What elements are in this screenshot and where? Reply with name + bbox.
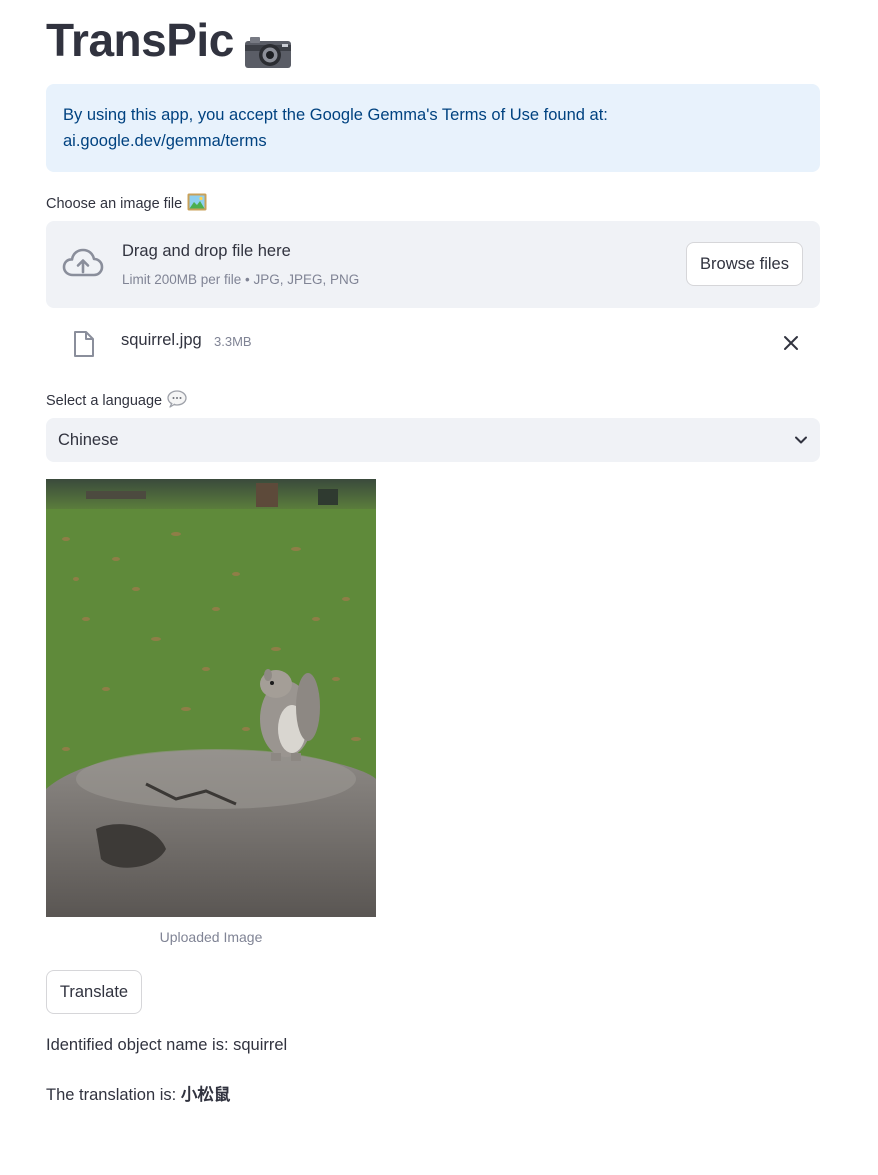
language-label-text: Select a language — [46, 393, 163, 409]
browse-files-button[interactable]: Browse files — [686, 242, 803, 286]
camera-icon — [244, 25, 292, 68]
dropzone-title: Drag and drop file here — [122, 242, 291, 260]
uploaded-file-item: squirrel.jpg 3.3MB — [46, 322, 820, 364]
language-selected-value: Chinese — [58, 430, 119, 449]
uploaded-file-size: 3.3MB — [214, 334, 252, 349]
file-icon — [72, 330, 96, 363]
identified-object-result: Identified object name is: squirrel — [46, 1036, 287, 1055]
speech-bubble-icon — [167, 390, 187, 412]
language-label: Select a language — [46, 390, 187, 412]
file-dropzone[interactable]: Drag and drop file here Limit 200MB per … — [46, 221, 820, 308]
translate-button[interactable]: Translate — [46, 970, 142, 1014]
uploaded-image — [46, 479, 376, 917]
identified-prefix: Identified object name is: — [46, 1036, 234, 1054]
terms-notice-text: By using this app, you accept the Google… — [63, 106, 608, 150]
uploader-label: Choose an image file — [46, 193, 207, 215]
chevron-down-icon — [794, 431, 808, 450]
remove-file-icon[interactable] — [782, 334, 800, 357]
image-caption: Uploaded Image — [159, 929, 263, 945]
cloud-upload-icon — [62, 247, 104, 286]
translation-value: 小松鼠 — [180, 1086, 231, 1104]
framed-picture-icon — [187, 193, 207, 215]
uploader-label-text: Choose an image file — [46, 196, 183, 212]
page-title: TransPic — [46, 12, 292, 68]
language-select[interactable]: Chinese — [46, 418, 820, 462]
terms-notice: By using this app, you accept the Google… — [46, 84, 820, 172]
dropzone-subtitle: Limit 200MB per file • JPG, JPEG, PNG — [122, 272, 360, 287]
translation-prefix: The translation is: — [46, 1086, 181, 1104]
identified-value: squirrel — [233, 1036, 288, 1054]
app-title: TransPic — [46, 14, 234, 66]
translation-result: The translation is: 小松鼠 — [46, 1081, 230, 1105]
uploaded-file-name: squirrel.jpg — [121, 331, 202, 349]
